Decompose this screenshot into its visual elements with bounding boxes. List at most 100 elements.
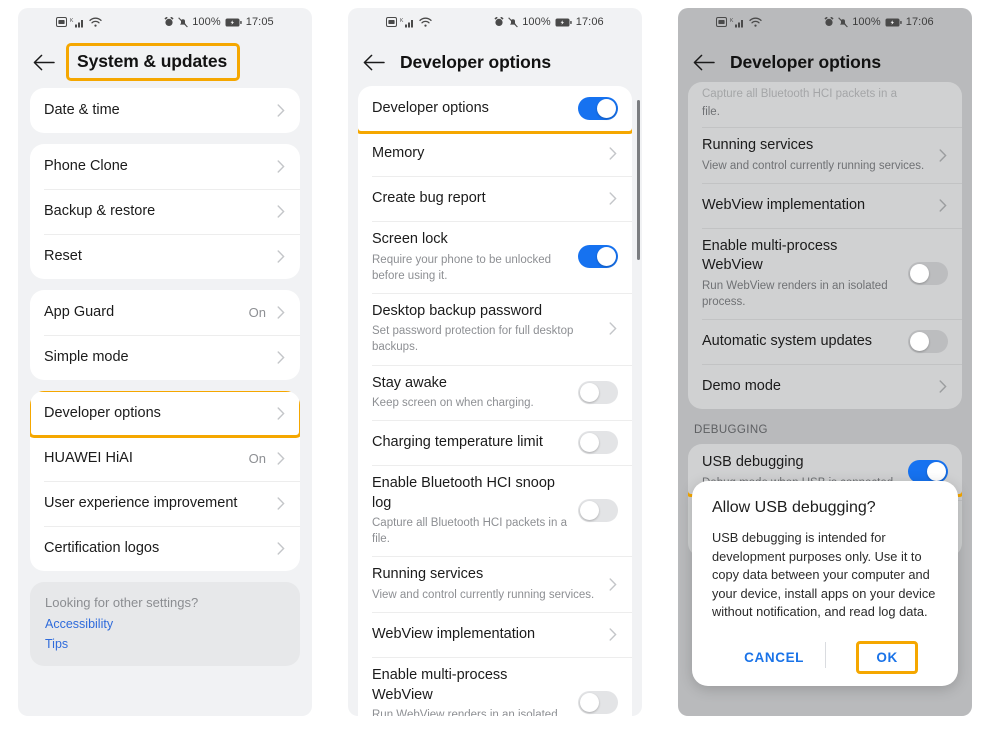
- screenshot-stage: K 100% 17:05 System & updates Date & tim…: [0, 0, 991, 734]
- signal-bars-icon: K: [400, 17, 416, 28]
- list-item-enable-multi-process-webview[interactable]: Enable multi-process WebView Run WebView…: [688, 227, 962, 319]
- list-item-description: Require your phone to be unlocked before…: [372, 253, 552, 282]
- chevron-right-icon: [276, 204, 286, 220]
- settings-list[interactable]: Date & time Phone Clone Backup & restore: [18, 88, 312, 716]
- list-item-create-bug-report[interactable]: Create bug report: [358, 176, 632, 221]
- chevron-right-icon: [276, 451, 286, 467]
- status-bar-clock: 17:06: [575, 16, 604, 28]
- list-item-running-services[interactable]: Running services View and control curren…: [358, 556, 632, 612]
- toggle-automatic-system-updates[interactable]: [908, 330, 948, 354]
- list-item-user-experience-improvement[interactable]: User experience improvement: [30, 481, 300, 526]
- list-item-developer-options[interactable]: Developer options: [30, 391, 300, 436]
- list-item-phone-clone[interactable]: Phone Clone: [30, 144, 300, 189]
- developer-options-group: Developer options Memory Create bug repo…: [358, 86, 632, 716]
- list-item-description: View and control currently running servi…: [372, 589, 595, 602]
- back-arrow-icon[interactable]: [32, 50, 56, 74]
- list-item-label: Running services: [372, 566, 484, 583]
- toggle-enable-multi-process-webview[interactable]: [578, 691, 618, 715]
- toggle-developer-options[interactable]: [578, 97, 618, 120]
- list-item-label: HUAWEI HiAI: [44, 449, 133, 466]
- toggle-enable-multi-process-webview[interactable]: [908, 262, 948, 285]
- status-bar-clock: 17:05: [245, 16, 274, 28]
- list-item-simple-mode[interactable]: Simple mode: [30, 335, 300, 380]
- battery-icon: [225, 18, 242, 27]
- list-item-label: Developer options: [372, 99, 489, 116]
- phone-panel-developer-options: K 100% 17:06 Developer options Developer…: [330, 0, 660, 734]
- list-item-desktop-backup-password[interactable]: Desktop backup password Set password pro…: [358, 292, 632, 365]
- phone-panel-usb-debugging-dialog: K 100% 17:06 Developer options Capture a…: [660, 0, 990, 734]
- page-title: Developer options: [400, 51, 551, 72]
- list-item-value: On: [248, 305, 266, 320]
- dialog-actions: CANCEL OK: [712, 636, 938, 678]
- allow-usb-debugging-dialog: Allow USB debugging? USB debugging is in…: [692, 481, 958, 686]
- status-bar-right: 100% 17:06: [494, 16, 604, 28]
- list-item-enable-multi-process-webview[interactable]: Enable multi-process WebView Run WebView…: [358, 657, 632, 716]
- chevron-right-icon: [276, 496, 286, 512]
- list-item-label: WebView implementation: [372, 625, 536, 642]
- help-link-accessibility[interactable]: Accessibility: [45, 617, 285, 631]
- wifi-icon: [89, 17, 102, 28]
- help-link-tips[interactable]: Tips: [45, 637, 285, 651]
- list-item-date-time[interactable]: Date & time: [30, 88, 300, 133]
- status-bar: K 100% 17:06: [348, 8, 642, 36]
- list-item-screen-lock[interactable]: Screen lock Require your phone to be unl…: [358, 221, 632, 293]
- sim-card-icon: [386, 17, 398, 27]
- alarm-icon: [824, 17, 834, 27]
- list-item-reset[interactable]: Reset: [30, 234, 300, 279]
- list-item-webview-implementation[interactable]: WebView implementation: [358, 612, 632, 657]
- list-item-huawei-hiai[interactable]: HUAWEI HiAI On: [30, 436, 300, 481]
- battery-icon: [555, 18, 572, 27]
- phone-screen: K 100% 17:05 System & updates Date & tim…: [18, 8, 312, 716]
- list-item-developer-options-toggle[interactable]: Developer options: [358, 86, 632, 131]
- list-item-app-guard[interactable]: App Guard On: [30, 290, 300, 335]
- page-title: System & updates: [77, 51, 228, 71]
- list-item-description: View and control currently running servi…: [702, 159, 925, 172]
- status-bar-clock: 17:06: [905, 16, 934, 28]
- list-item-memory[interactable]: Memory: [358, 131, 632, 176]
- chevron-right-icon: [938, 379, 948, 395]
- settings-group-main: Capture all Bluetooth HCI packets in a f…: [688, 82, 962, 410]
- list-item-automatic-system-updates[interactable]: Automatic system updates: [688, 319, 962, 364]
- list-item-certification-logos[interactable]: Certification logos: [30, 526, 300, 571]
- list-item-description: Capture all Bluetooth HCI packets in a f…: [372, 517, 567, 546]
- list-item-webview-implementation[interactable]: WebView implementation: [688, 182, 962, 228]
- vertical-scrollbar[interactable]: [637, 100, 640, 260]
- ok-button[interactable]: OK: [856, 640, 918, 674]
- wifi-icon: [749, 17, 762, 28]
- cancel-button[interactable]: CANCEL: [732, 643, 816, 672]
- chevron-right-icon: [276, 159, 286, 175]
- back-arrow-icon[interactable]: [362, 50, 386, 74]
- toggle-screen-lock[interactable]: [578, 245, 618, 269]
- list-item-clipped-bluetooth-hci: Capture all Bluetooth HCI packets in a f…: [688, 82, 962, 127]
- chevron-right-icon: [276, 103, 286, 119]
- battery-percent: 100%: [522, 16, 551, 28]
- dialog-title: Allow USB debugging?: [712, 499, 876, 517]
- toggle-bluetooth-hci-snoop-log[interactable]: [578, 499, 618, 523]
- settings-list[interactable]: Developer options Memory Create bug repo…: [348, 86, 642, 716]
- toggle-usb-debugging[interactable]: [908, 460, 948, 484]
- list-item-stay-awake[interactable]: Stay awake Keep screen on when charging.: [358, 364, 632, 421]
- back-arrow-icon[interactable]: [692, 50, 716, 74]
- list-item-label: Date & time: [44, 101, 120, 118]
- list-item-label: Demo mode: [702, 377, 781, 394]
- list-item-demo-mode[interactable]: Demo mode: [688, 364, 962, 409]
- list-item-bluetooth-hci-snoop-log[interactable]: Enable Bluetooth HCI snoop log Capture a…: [358, 465, 632, 556]
- alarm-icon: [164, 17, 174, 27]
- toggle-stay-awake[interactable]: [578, 380, 618, 404]
- list-item-backup-restore[interactable]: Backup & restore: [30, 189, 300, 234]
- chevron-right-icon: [608, 191, 618, 207]
- status-bar: K 100% 17:06: [678, 8, 972, 36]
- mute-bell-icon: [838, 16, 849, 28]
- list-item-charging-temperature-limit[interactable]: Charging temperature limit: [358, 420, 632, 465]
- chevron-right-icon: [938, 147, 948, 163]
- list-item-running-services[interactable]: Running services View and control curren…: [688, 127, 962, 183]
- chevron-right-icon: [276, 249, 286, 265]
- list-item-label: Charging temperature limit: [372, 433, 543, 450]
- dialog-action-divider: [825, 642, 826, 668]
- clipped-ghost-text: Capture all Bluetooth HCI packets in a: [702, 88, 897, 100]
- toggle-charging-temperature-limit[interactable]: [578, 431, 618, 455]
- list-item-label: Developer options: [44, 404, 161, 421]
- list-item-label: Enable Bluetooth HCI snoop log: [372, 475, 555, 511]
- section-label-debugging: DEBUGGING: [694, 424, 768, 437]
- list-item-label: Desktop backup password: [372, 302, 543, 319]
